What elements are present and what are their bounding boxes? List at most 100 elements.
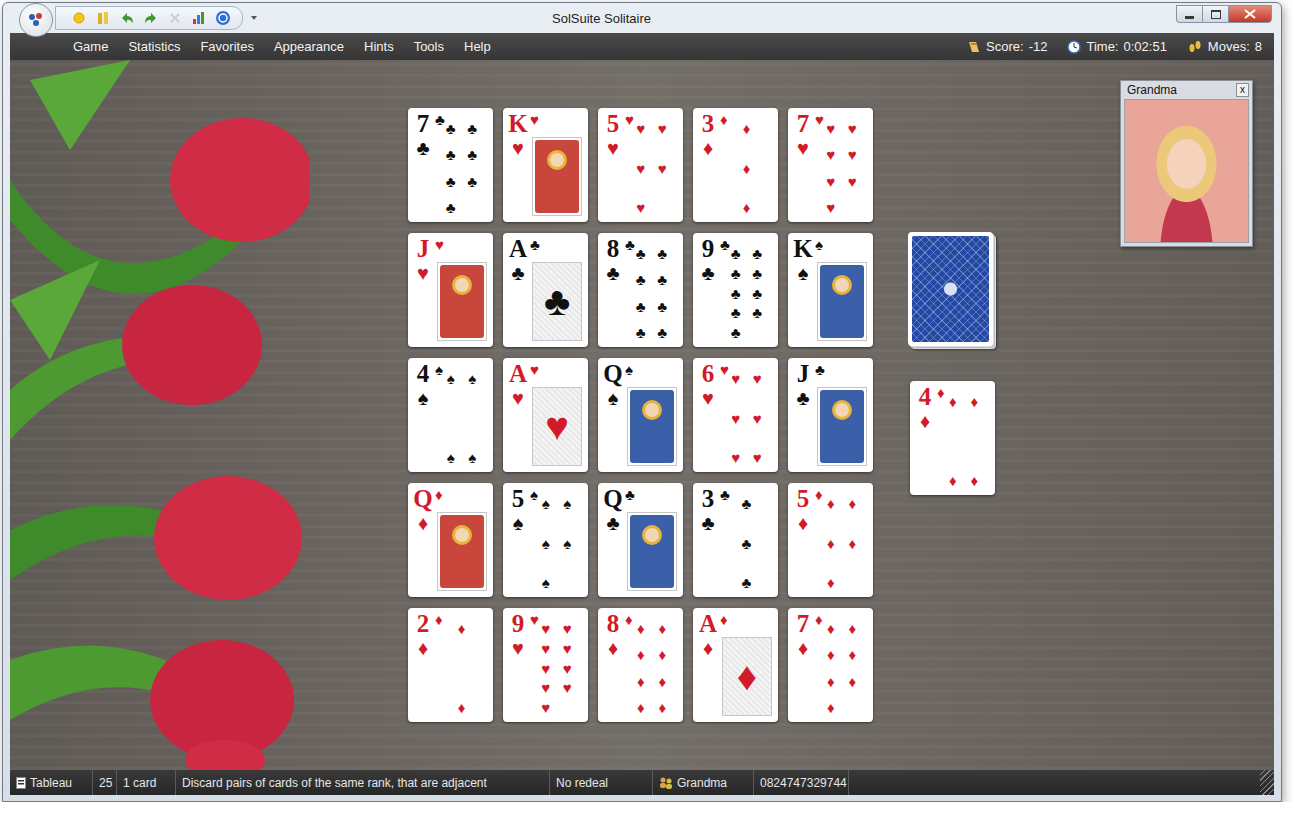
pip-icon: ♣ <box>731 325 741 341</box>
menu-item[interactable]: Hints <box>354 35 404 58</box>
app-window: SolSuite SolitaireGameStatisticsFavorite… <box>2 2 1282 802</box>
playing-card[interactable]: Q♦♦ <box>408 483 493 597</box>
playing-card[interactable]: 2♦♦♦♦ <box>408 608 493 722</box>
pip-icon: ♦ <box>658 674 666 690</box>
playing-card[interactable]: 9♣♣♣♣♣♣♣♣♣♣♣ <box>693 233 778 347</box>
pip-icon: ♥ <box>658 161 667 177</box>
playing-card[interactable]: 3♣♣♣♣♣ <box>693 483 778 597</box>
pip-icon: ♥ <box>848 147 857 163</box>
menu-item[interactable]: Favorites <box>190 35 263 58</box>
pip-icon: ♠ <box>563 536 571 552</box>
playing-card[interactable]: 7♣♣♣♣♣♣♣♣♣ <box>408 108 493 222</box>
playing-card[interactable]: Q♣♣ <box>598 483 683 597</box>
help-icon[interactable] <box>214 9 232 27</box>
pip-icon: ♦ <box>827 575 835 591</box>
pip-icon: ♥ <box>731 450 740 466</box>
court-figure-icon <box>440 265 484 338</box>
playing-card[interactable]: K♥♥ <box>503 108 588 222</box>
clock-icon <box>1067 40 1081 54</box>
pip-icon: ♣ <box>752 305 762 321</box>
playing-card[interactable]: 7♥♥♥♥♥♥♥♥♥ <box>788 108 873 222</box>
resize-grip-icon[interactable] <box>1260 770 1274 795</box>
pip-icon: ♦ <box>827 700 835 716</box>
game-stats: Score:-12Time:0:02:51Moves:8 <box>967 39 1274 54</box>
court-figure-icon <box>630 390 674 463</box>
stats-icon[interactable] <box>190 9 208 27</box>
pip-icon: ♥ <box>826 147 835 163</box>
playing-card[interactable]: 4♠♠♠♠♠♠ <box>408 358 493 472</box>
playing-card[interactable]: 7♦♦♦♦♦♦♦♦♦ <box>788 608 873 722</box>
stock-and-waste: 4♦♦♦♦♦♦ <box>908 232 995 495</box>
title-bar: SolSuite Solitaire <box>10 3 1274 33</box>
pip-icon: ♠ <box>542 496 550 512</box>
window-controls <box>1176 5 1272 23</box>
playing-card[interactable]: J♥♥ <box>408 233 493 347</box>
playing-card[interactable]: 5♥♥♥♥♥♥♥ <box>598 108 683 222</box>
waste-card[interactable]: 4♦♦♦♦♦♦ <box>910 381 995 495</box>
status-segment: No redeal <box>550 770 653 795</box>
menu-item[interactable]: Game <box>63 35 118 58</box>
ace-suit-icon: ♣ <box>544 282 570 322</box>
pip-icon: ♠ <box>468 371 476 387</box>
redo-icon[interactable] <box>142 9 160 27</box>
app-menu-icon[interactable] <box>19 3 53 37</box>
playing-card[interactable]: 6♥♥♥♥♥♥♥♥ <box>693 358 778 472</box>
menu-item[interactable]: Tools <box>404 35 454 58</box>
pip-icon: ♥ <box>563 621 572 637</box>
pip-icon: ♦ <box>848 621 856 637</box>
pip-icon: ♥ <box>636 200 645 216</box>
maximize-icon[interactable] <box>1202 5 1228 23</box>
playing-card[interactable]: J♣♣ <box>788 358 873 472</box>
menu-item[interactable]: Statistics <box>118 35 190 58</box>
pip-icon: ♣ <box>636 299 646 315</box>
pip-icon: ♦ <box>848 647 856 663</box>
playing-card[interactable]: A♦♦♦ <box>693 608 778 722</box>
minimize-icon[interactable] <box>1176 5 1202 23</box>
pip-icon: ♥ <box>541 641 550 657</box>
pip-icon: ♠ <box>447 450 455 466</box>
pip-icon: ♦ <box>458 621 466 637</box>
menu-item[interactable]: Help <box>454 35 501 58</box>
menu-item[interactable]: Appearance <box>264 35 354 58</box>
opponent-panel[interactable]: Grandmax <box>1120 80 1253 247</box>
pip-icon: ♦ <box>827 674 835 690</box>
playing-card[interactable]: Q♠♠ <box>598 358 683 472</box>
pip-icon: ♦ <box>743 121 751 137</box>
pip-icon: ♣ <box>657 325 667 341</box>
pip-icon: ♣ <box>731 246 741 262</box>
pip-icon: ♣ <box>636 246 646 262</box>
pip-icon: ♦ <box>848 536 856 552</box>
playing-card[interactable]: 9♥♥♥♥♥♥♥♥♥♥♥ <box>503 608 588 722</box>
close-button[interactable]: x <box>1236 83 1249 97</box>
playing-card[interactable]: 8♦♦♦♦♦♦♦♦♦♦ <box>598 608 683 722</box>
pip-icon: ♣ <box>742 536 752 552</box>
playing-card[interactable]: 3♦♦♦♦♦ <box>693 108 778 222</box>
playing-card[interactable]: 8♣♣♣♣♣♣♣♣♣♣ <box>598 233 683 347</box>
pip-icon: ♥ <box>563 641 572 657</box>
close-icon[interactable] <box>1228 5 1272 23</box>
court-figure-icon <box>630 515 674 588</box>
pip-icon: ♥ <box>541 700 550 716</box>
playing-card[interactable]: A♥♥♥ <box>503 358 588 472</box>
playing-card[interactable]: A♣♣♣ <box>503 233 588 347</box>
pip-icon: ♣ <box>657 299 667 315</box>
pip-icon: ♣ <box>752 286 762 302</box>
cancel-icon[interactable] <box>166 9 184 27</box>
pip-icon: ♥ <box>753 371 762 387</box>
status-segment: Discard pairs of cards of the same rank,… <box>176 770 550 795</box>
pip-icon: ♥ <box>848 121 857 137</box>
playing-card[interactable]: 5♠♠♠♠♠♠♠ <box>503 483 588 597</box>
undo-icon[interactable] <box>118 9 136 27</box>
playing-card[interactable]: K♠♠ <box>788 233 873 347</box>
stock-pile[interactable] <box>908 232 993 346</box>
playing-card[interactable]: 5♦♦♦♦♦♦♦ <box>788 483 873 597</box>
pip-icon: ♣ <box>752 246 762 262</box>
pip-icon: ♥ <box>826 174 835 190</box>
new-icon[interactable] <box>70 9 88 27</box>
pip-icon: ♦ <box>637 647 645 663</box>
customize-toolbar-icon[interactable] <box>251 16 257 20</box>
tableau: 7♣♣♣♣♣♣♣♣♣K♥♥5♥♥♥♥♥♥♥3♦♦♦♦♦7♥♥♥♥♥♥♥♥♥J♥♥… <box>408 108 873 722</box>
pip-icon: ♦ <box>827 536 835 552</box>
cards-icon[interactable] <box>94 9 112 27</box>
pip-icon: ♥ <box>541 661 550 677</box>
